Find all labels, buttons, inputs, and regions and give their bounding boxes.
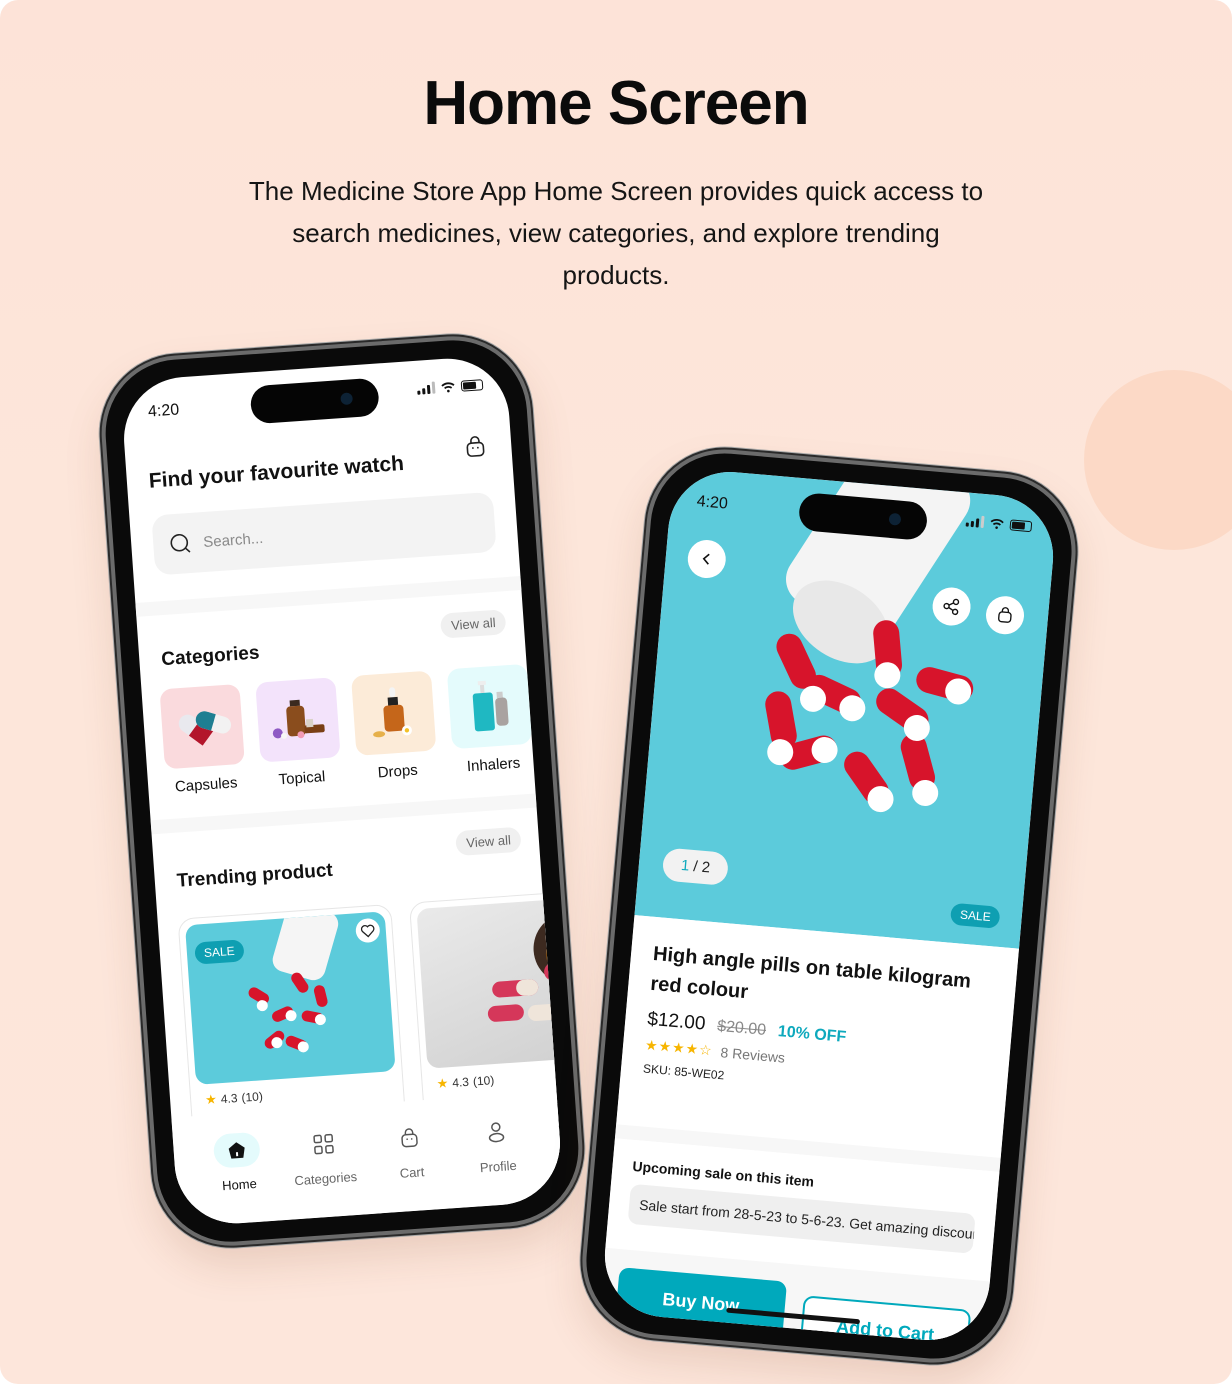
product-detail-screen: 4:20 1 / 2 SALE High angle pills on tabl… (599, 466, 1059, 1346)
section-divider (150, 793, 537, 835)
category-label: Drops (377, 761, 419, 782)
shopping-bag-icon (401, 1128, 419, 1148)
tab-cart[interactable]: Cart (369, 1118, 455, 1213)
shopping-bag-icon (998, 607, 1012, 623)
buy-now-button[interactable]: Buy Now (614, 1267, 787, 1338)
home-title: Find your favourite watch (148, 451, 405, 493)
status-icons (417, 378, 484, 395)
capsule-icon (178, 711, 232, 746)
phone-home-screen: 4:20 Find your favourite watch Categorie… (96, 331, 588, 1251)
sale-badge: SALE (194, 939, 245, 965)
search-input[interactable] (202, 515, 464, 551)
discount-label: 10% OFF (777, 1023, 847, 1046)
share-icon (943, 598, 960, 616)
shopping-bag-icon (466, 436, 485, 457)
heart-icon (360, 924, 375, 937)
category-label: Capsules (174, 774, 239, 796)
phone-product-detail: 4:20 1 / 2 SALE High angle pills on tabl… (575, 442, 1083, 1370)
tab-label: Profile (479, 1157, 518, 1176)
category-tile (255, 677, 341, 763)
category-capsules[interactable]: Capsules (159, 683, 246, 796)
category-tile (446, 663, 533, 750)
pills-bottle-image (487, 912, 565, 1022)
tab-label: Categories (293, 1168, 358, 1189)
dropper-bottle-icon (373, 687, 412, 738)
page-title: Home Screen (423, 69, 809, 138)
section-divider (135, 576, 522, 617)
signal-icon (417, 381, 436, 395)
star-icon: ★ (204, 1091, 218, 1108)
product-image (416, 895, 565, 1069)
status-time: 4:20 (696, 492, 729, 513)
home-header: Find your favourite watch (147, 434, 491, 498)
product-info: High angle pills on table kilogram red c… (616, 915, 1019, 1158)
category-drops[interactable]: Drops (351, 670, 438, 783)
home-screen: 4:20 Find your favourite watch Categorie… (119, 354, 565, 1228)
category-label: Topical (278, 768, 326, 789)
trending-view-all-button[interactable]: View all (455, 826, 522, 857)
category-topical[interactable]: Topical (255, 677, 342, 789)
category-tile (159, 683, 245, 770)
category-inhalers[interactable]: Inhalers (446, 663, 534, 776)
dynamic-island (249, 377, 380, 425)
battery-icon (1009, 518, 1033, 532)
tab-profile[interactable]: Profile (455, 1112, 541, 1207)
product-rating: ★ 4.3 (10) (436, 1073, 495, 1092)
chevron-left-icon (702, 553, 710, 565)
signal-icon (965, 515, 985, 529)
wifi-icon (441, 381, 455, 392)
decorative-circle (1084, 370, 1232, 550)
current-price: $12.00 (646, 1008, 707, 1035)
search-icon (170, 533, 191, 553)
star-icon: ★ (436, 1075, 449, 1092)
tab-label: Home (221, 1175, 258, 1194)
grid-icon (313, 1133, 334, 1155)
product-image: SALE (184, 911, 396, 1085)
wifi-icon (990, 518, 1004, 529)
trending-heading: Trending product (176, 859, 334, 892)
page-description: The Medicine Store App Home Screen provi… (248, 176, 984, 290)
sale-badge: SALE (950, 902, 1001, 929)
home-icon (228, 1142, 245, 1159)
category-tile (351, 670, 437, 756)
categories-heading: Categories (160, 642, 261, 671)
search-bar[interactable] (151, 491, 497, 576)
star-rating-icon: ★★★★☆ (644, 1036, 714, 1059)
category-label: Inhalers (466, 754, 521, 776)
image-pager: 1 / 2 (661, 847, 730, 886)
tab-label: Cart (399, 1164, 425, 1181)
battery-icon (460, 378, 484, 392)
categories-list: Capsules Topical Drops Inhalers (159, 663, 533, 797)
product-image-carousel[interactable]: 4:20 1 / 2 SALE (634, 466, 1059, 949)
review-count[interactable]: 8 Reviews (720, 1044, 786, 1066)
old-price: $20.00 (716, 1017, 767, 1039)
topical-bottle-icon (272, 699, 325, 739)
inhaler-bottle-icon (472, 680, 509, 732)
user-icon (488, 1122, 505, 1143)
cart-button[interactable] (463, 434, 491, 462)
status-time: 4:20 (147, 401, 180, 421)
tab-categories[interactable]: Categories (282, 1124, 368, 1219)
categories-view-all-button[interactable]: View all (440, 609, 507, 639)
showcase-canvas: Home Screen The Medicine Store App Home … (0, 0, 1232, 1384)
tab-home[interactable]: Home (196, 1130, 282, 1225)
